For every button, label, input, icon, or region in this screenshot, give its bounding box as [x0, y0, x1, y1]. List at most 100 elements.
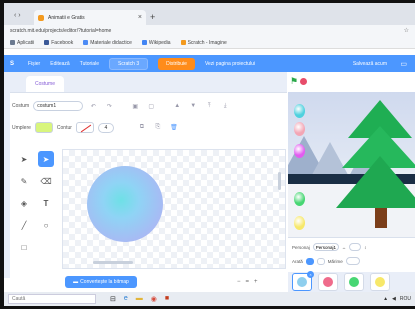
bookmark-item[interactable]: Facebook	[44, 40, 73, 46]
edge-icon[interactable]: e	[124, 295, 128, 303]
fill-color-swatch[interactable]	[34, 122, 53, 133]
system-tray: ▲ ◀ ROU	[383, 296, 411, 302]
outline-color-swatch[interactable]	[75, 122, 94, 133]
ornament-sprite[interactable]	[294, 144, 305, 158]
menu-tutorials[interactable]: Tutoriale	[80, 61, 99, 67]
taskbar-search-input[interactable]	[8, 294, 96, 304]
network-icon[interactable]: ▲	[383, 296, 388, 302]
front-icon[interactable]: ⤒	[203, 102, 215, 110]
delete-icon[interactable]: 🗑	[168, 124, 180, 132]
bookmark-label: Materiale didactice	[90, 39, 132, 46]
stage[interactable]	[288, 92, 415, 237]
circle-shape[interactable]	[87, 166, 163, 242]
ungroup-icon[interactable]: ▢	[145, 102, 157, 110]
redo-icon[interactable]: ↷	[103, 102, 115, 110]
bookmark-item[interactable]: Materiale didactice	[83, 40, 132, 46]
outline-width-input[interactable]: 4	[97, 122, 114, 133]
ornament-sprite[interactable]	[294, 104, 305, 118]
undo-icon[interactable]: ↶	[87, 102, 99, 110]
tab-costumes[interactable]: Costume	[26, 76, 64, 92]
y-arrows-icon: ↕	[364, 244, 367, 250]
paint-tools: ➤ ➤ ✎ ⌫ ◈ T ╱ ○ □	[16, 151, 56, 255]
horizontal-scrollbar[interactable]	[93, 261, 133, 264]
outline-label: Contur	[56, 124, 72, 131]
bookmark-star-icon[interactable]: ☆	[404, 27, 409, 34]
line-tool-icon[interactable]: ╱	[16, 217, 32, 233]
zoom-in-icon[interactable]: +	[254, 279, 258, 285]
size-input[interactable]	[345, 257, 360, 265]
convert-to-bitmap-button[interactable]: ▬ Convertește la bitmap	[65, 276, 137, 288]
address-bar[interactable]: scratch.mit.edu/projects/editor/?tutoria…	[4, 25, 415, 37]
chrome-icon[interactable]: ◉	[151, 295, 157, 303]
forward-icon[interactable]: ▲	[171, 102, 183, 110]
project-title-input[interactable]: Scratch 3	[108, 57, 149, 70]
select-tool-icon[interactable]: ➤	[16, 151, 32, 167]
nav-arrows-icon[interactable]: ‹ ›	[14, 12, 21, 19]
costume-name-input[interactable]	[33, 101, 84, 111]
ornament-sprite[interactable]	[294, 216, 305, 230]
paste-icon[interactable]: ⎘	[152, 124, 164, 132]
sprite-thumbnail[interactable]	[318, 273, 338, 291]
reshape-tool-icon[interactable]: ➤	[38, 151, 54, 167]
file-explorer-icon[interactable]: ▬	[136, 295, 143, 303]
fill-tool-icon[interactable]: ◈	[16, 195, 32, 211]
bookmark-icon	[83, 40, 89, 45]
ornament-sprite[interactable]	[294, 122, 305, 136]
zoom-reset-icon[interactable]: =	[246, 279, 250, 285]
show-label: Arată	[292, 258, 303, 264]
task-view-icon[interactable]: ⊟	[110, 295, 116, 303]
backward-icon[interactable]: ▼	[187, 102, 199, 110]
eraser-tool-icon[interactable]: ⌫	[38, 173, 54, 189]
show-hidden-toggle[interactable]	[316, 257, 325, 265]
paint-canvas[interactable]	[62, 149, 286, 269]
browser-tab[interactable]: Animatii e Gratis ×	[34, 10, 146, 25]
bitmap-icon: ▬	[73, 279, 79, 285]
share-button[interactable]: Distribuie	[158, 57, 195, 70]
folder-icon[interactable]: ▭	[400, 60, 407, 68]
scratch-favicon-icon	[38, 14, 44, 21]
back-icon[interactable]: ⤓	[219, 102, 231, 110]
new-tab-button[interactable]: +	[150, 12, 155, 22]
sprite-thumbnail[interactable]: ×	[292, 271, 314, 291]
vertical-scrollbar[interactable]	[278, 172, 281, 190]
sprite-thumbnail[interactable]	[370, 273, 390, 291]
stop-icon[interactable]	[300, 78, 307, 85]
size-label: Mărime	[327, 258, 343, 264]
zoom-out-icon[interactable]: −	[237, 279, 241, 285]
bookmark-item[interactable]: Scratch - Imagine	[180, 40, 227, 46]
zoom-controls: − = +	[237, 279, 258, 285]
x-arrows-icon: ↔	[341, 244, 347, 250]
sprite-thumbnail[interactable]	[344, 273, 364, 291]
language-indicator[interactable]: ROU	[400, 296, 411, 302]
delete-sprite-icon[interactable]: ×	[307, 271, 314, 278]
scratch-menubar: S Fișier Editează Tutoriale Scratch 3 Di…	[4, 55, 415, 72]
sprite-list: ×	[288, 271, 415, 292]
menu-edit[interactable]: Editează	[50, 61, 69, 67]
group-icon[interactable]: ▣	[129, 102, 141, 110]
bookmark-label: Facebook	[51, 39, 74, 46]
volume-icon[interactable]: ◀	[392, 296, 396, 302]
office-icon[interactable]: ■	[165, 295, 169, 303]
green-flag-icon[interactable]: ⚑	[290, 76, 298, 87]
editor-tabs: Costume	[4, 72, 287, 92]
menu-file[interactable]: Fișier	[28, 61, 40, 67]
copy-icon[interactable]: ⧉	[136, 124, 148, 132]
save-now-button[interactable]: Salvează acum	[353, 61, 387, 67]
sprite-name-input[interactable]	[312, 243, 339, 251]
show-visible-toggle[interactable]	[305, 257, 314, 265]
close-tab-icon[interactable]: ×	[138, 14, 142, 21]
see-project-page-button[interactable]: Vezi pagina proiectului	[205, 61, 255, 67]
bookmark-item[interactable]: Aplicatii	[10, 40, 34, 46]
circle-tool-icon[interactable]: ○	[38, 217, 54, 233]
scratch-logo[interactable]: S	[10, 61, 18, 67]
rectangle-tool-icon[interactable]: □	[16, 239, 32, 255]
x-input[interactable]	[349, 243, 362, 251]
ornament-sprite[interactable]	[294, 192, 305, 206]
browser-tabbar: ‹ › Animatii e Gratis × +	[4, 3, 415, 25]
text-tool-icon[interactable]: T	[38, 195, 54, 211]
brush-tool-icon[interactable]: ✎	[16, 173, 32, 189]
bookmark-icon	[44, 40, 50, 45]
bookmark-icon	[10, 40, 15, 45]
bookmark-item[interactable]: Wikipedia	[141, 40, 171, 46]
bookmark-label: Aplicatii	[17, 39, 35, 46]
